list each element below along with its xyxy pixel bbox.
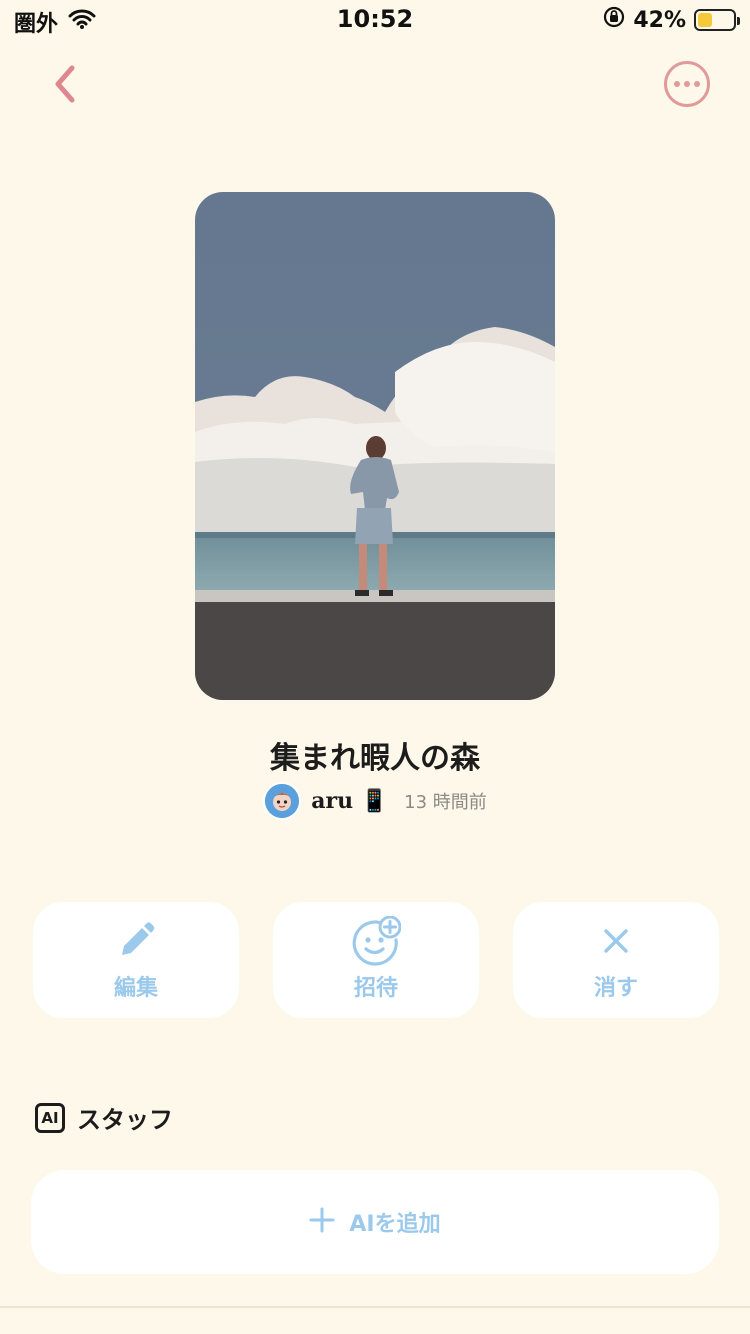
battery-fill (698, 13, 712, 27)
chevron-left-icon (55, 65, 75, 103)
plus-icon (309, 1207, 335, 1237)
delete-label: 消す (593, 976, 638, 1001)
add-friend-icon (351, 916, 401, 966)
orientation-lock-icon (603, 6, 625, 34)
add-ai-button[interactable]: AIを追加 (31, 1170, 719, 1274)
pencil-icon (116, 918, 156, 964)
ai-staff-header: AI スタッフ (35, 1100, 173, 1135)
edit-button[interactable]: 編集 (33, 902, 239, 1018)
status-bar: 圏外 10:52 42% (0, 0, 750, 40)
ai-icon: AI (35, 1102, 65, 1133)
edit-label: 編集 (113, 976, 158, 1001)
ai-staff-title: スタッフ (77, 1106, 173, 1134)
close-icon (601, 918, 631, 964)
ellipsis-icon (674, 81, 700, 87)
back-button[interactable] (40, 60, 88, 108)
battery-icon (694, 9, 740, 31)
battery-percent: 42% (633, 7, 686, 33)
avatar[interactable] (263, 782, 302, 820)
divider (0, 1306, 750, 1308)
time-ago: 13 時間前 (404, 792, 487, 813)
group-meta: aru 📱 13 時間前 (0, 782, 750, 820)
group-cover-image[interactable] (195, 192, 555, 700)
delete-button[interactable]: 消す (513, 902, 719, 1018)
add-ai-label: AIを追加 (349, 1212, 441, 1237)
invite-label: 招待 (353, 976, 398, 1001)
status-right: 42% (603, 6, 740, 34)
action-bar: 編集 招待 消す (33, 902, 719, 1018)
group-title: 集まれ暇人の森 (270, 741, 480, 776)
author-name[interactable]: aru 📱 (311, 788, 388, 814)
invite-button[interactable]: 招待 (273, 902, 479, 1018)
more-options-button[interactable] (664, 61, 710, 107)
